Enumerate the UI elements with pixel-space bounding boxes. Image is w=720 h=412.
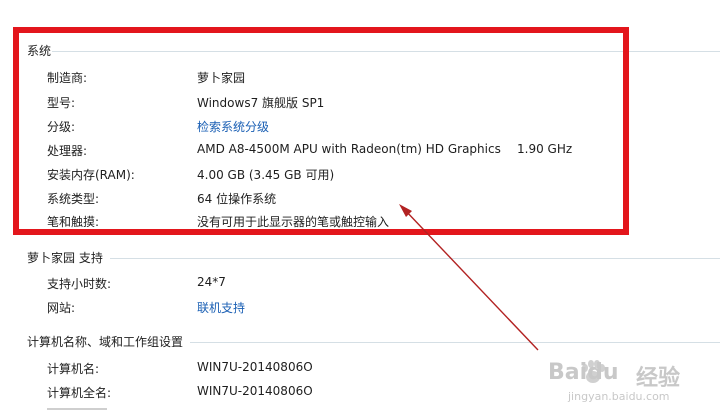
watermark-url: jingyan.baidu.com [568, 390, 670, 403]
computer-section-title: 计算机名称、域和工作组设置 [27, 335, 184, 349]
support-section-title: 萝卜家园 支持 [27, 251, 103, 265]
watermark-brand: Baidu [548, 360, 619, 385]
cut-off-row [47, 406, 107, 412]
computer-fullname-value: WIN7U-20140806O [197, 384, 313, 398]
website-label: 网站: [47, 301, 76, 315]
arrow-annotation [399, 204, 539, 351]
baidu-jingyan-watermark: Baidu 经验 jingyan.baidu.com [548, 350, 718, 410]
computer-fullname-label: 计算机全名: [47, 386, 112, 400]
watermark-brand-cn: 经验 [636, 366, 681, 391]
support-hours-label: 支持小时数: [47, 277, 112, 291]
online-support-link[interactable]: 联机支持 [197, 299, 245, 316]
computer-name-value: WIN7U-20140806O [197, 360, 313, 374]
support-hours-value: 24*7 [197, 275, 226, 289]
computer-name-label: 计算机名: [47, 362, 100, 376]
